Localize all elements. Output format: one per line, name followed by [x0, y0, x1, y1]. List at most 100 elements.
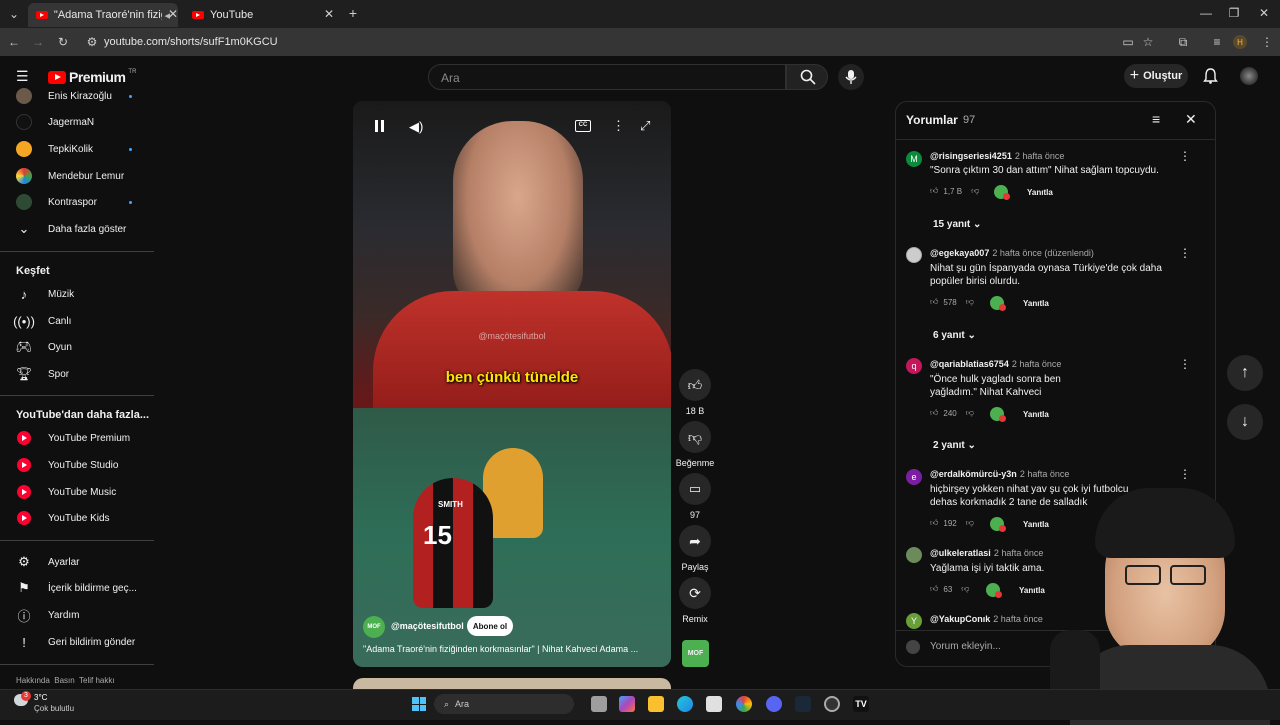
tab-search-icon[interactable]: ⌄	[6, 7, 22, 21]
sidebar-item-youtube-music[interactable]: YouTube Music	[0, 479, 150, 505]
comment-avatar[interactable]: e	[906, 469, 922, 485]
next-short-preview[interactable]	[353, 678, 671, 689]
chrome-icon[interactable]	[736, 696, 752, 712]
fullscreen-icon[interactable]: ⤢	[640, 118, 650, 134]
close-icon[interactable]: ✕	[1185, 111, 1197, 128]
sidebar-footer-links[interactable]: Hakkında Basın Telif hakkı	[16, 676, 115, 685]
sidebar-item-youtube-studio[interactable]: YouTube Studio	[0, 452, 150, 478]
sidebar-item-settings[interactable]: ⚙ Ayarlar	[0, 549, 150, 575]
back-icon[interactable]: ←	[6, 35, 22, 49]
user-avatar[interactable]	[1240, 67, 1258, 85]
sidebar-item-youtube-premium[interactable]: YouTube Premium	[0, 425, 150, 451]
remix-button[interactable]: ⟳	[679, 577, 711, 609]
like-button[interactable]: 👍︎	[679, 369, 711, 401]
new-tab-icon[interactable]: +	[345, 6, 361, 20]
comment-author[interactable]: @egekaya007 2 hafta önce (düzenlendi)	[930, 248, 1094, 258]
more-options-icon[interactable]: ⋮	[612, 118, 625, 134]
sort-icon[interactable]: ≡	[1152, 111, 1160, 127]
reply-button[interactable]: Yanıtla	[1023, 520, 1049, 529]
dislike-button[interactable]: 👎︎	[679, 421, 711, 453]
task-view-icon[interactable]	[591, 696, 607, 712]
weather-desc[interactable]: Çok bulutlu	[34, 704, 74, 713]
file-explorer-icon[interactable]	[648, 696, 664, 712]
reply-button[interactable]: Yanıtla	[1019, 586, 1045, 595]
thumbs-down-icon[interactable]: 👎︎	[961, 584, 969, 594]
replies-toggle[interactable]: 6 yanıt ⌄	[933, 330, 976, 341]
windows-start-icon[interactable]	[412, 697, 426, 711]
comment-author[interactable]: @YakupConık 2 hafta önce	[930, 614, 1043, 624]
search-button[interactable]	[786, 64, 828, 90]
thumbs-down-icon[interactable]: 👎︎	[971, 186, 979, 196]
sidebar-item-music[interactable]: ♪ Müzik	[0, 281, 150, 307]
edge-browser-icon[interactable]	[677, 696, 693, 712]
replies-toggle[interactable]: 2 yanıt ⌄	[933, 440, 976, 451]
notifications-bell-icon[interactable]	[1203, 68, 1218, 89]
sidebar-show-more[interactable]: ⌄ Daha fazla göster	[0, 216, 150, 242]
sidebar-item-jagerman[interactable]: JagermaN	[0, 109, 150, 135]
browser-tab-active[interactable]: "Adama Traoré'nin fiziğinde ◂	[28, 3, 178, 27]
sidebar-item-mendebur-lemur[interactable]: Mendebur Lemur	[0, 163, 150, 189]
thumbs-down-icon[interactable]: 👎︎	[966, 518, 974, 528]
browser-tab-youtube[interactable]: YouTube	[184, 3, 344, 27]
app-icon[interactable]	[824, 696, 840, 712]
thumbs-up-icon[interactable]: 👍︎	[930, 584, 938, 594]
forward-icon[interactable]: →	[30, 35, 46, 49]
comment-avatar[interactable]: M	[906, 151, 922, 167]
thumbs-down-icon[interactable]: 👎︎	[966, 297, 974, 307]
comment-author[interactable]: @risingseriesi4251 2 hafta önce	[930, 151, 1064, 161]
channel-avatar[interactable]: MOF	[363, 616, 385, 638]
sidebar-item-kontraspor[interactable]: Kontraspor	[0, 189, 150, 215]
sidebar-item-report-history[interactable]: ⚑ İçerik bildirme geç...	[0, 575, 150, 601]
close-tab-icon[interactable]: ✕	[165, 7, 181, 21]
voice-search-button[interactable]	[838, 64, 864, 90]
channel-name[interactable]: @maçötesifutbol	[391, 621, 464, 631]
close-tab-icon[interactable]: ✕	[321, 7, 337, 21]
extensions-icon[interactable]: ⧉	[1175, 35, 1191, 49]
sidebar-item-gaming[interactable]: 🎮︎ Oyun	[0, 334, 150, 360]
captions-icon[interactable]: CC	[575, 120, 591, 132]
profile-avatar[interactable]: H	[1233, 35, 1247, 49]
thumbs-up-icon[interactable]: 👍︎	[930, 186, 938, 196]
steam-icon[interactable]	[795, 696, 811, 712]
comment-avatar[interactable]	[906, 547, 922, 563]
comment-menu-icon[interactable]: ⋮	[1179, 467, 1191, 481]
video-title[interactable]: "Adama Traoré'nin fiziğinden korkmasınla…	[363, 644, 663, 654]
pause-icon[interactable]	[373, 119, 385, 133]
sidebar-item-enis-kirazoglu[interactable]: Enis Kirazoğlu	[0, 83, 150, 109]
search-input[interactable]: Ara	[428, 64, 786, 90]
subscribe-button[interactable]: Abone ol	[467, 616, 513, 636]
replies-toggle[interactable]: 15 yanıt ⌄	[933, 219, 981, 230]
comment-avatar[interactable]: q	[906, 358, 922, 374]
add-comment-input[interactable]: Yorum ekleyin...	[930, 641, 1001, 652]
comment-author[interactable]: @qariablatias6754 2 hafta önce	[930, 359, 1061, 369]
tradingview-icon[interactable]: TV	[853, 696, 869, 712]
reload-icon[interactable]: ↻	[55, 35, 71, 49]
share-button[interactable]: ➦	[679, 525, 711, 557]
thumbs-up-icon[interactable]: 👍︎	[930, 408, 938, 418]
browser-menu-icon[interactable]: ⋮	[1259, 35, 1275, 49]
maximize-icon[interactable]: ❐	[1226, 6, 1242, 20]
comments-button[interactable]: ▭	[679, 473, 711, 505]
cast-icon[interactable]: ▭	[1120, 35, 1136, 49]
close-window-icon[interactable]: ✕	[1256, 6, 1272, 20]
sidebar-item-live[interactable]: ((•)) Canlı	[0, 308, 150, 334]
discord-icon[interactable]	[766, 696, 782, 712]
thumbs-down-icon[interactable]: 👎︎	[966, 408, 974, 418]
comment-author[interactable]: @erdalkömürcü-y3n 2 hafta önce	[930, 469, 1069, 479]
copilot-icon[interactable]	[619, 696, 635, 712]
sidebar-item-tepkikolik[interactable]: TepkiKolik	[0, 136, 150, 162]
hamburger-menu-icon[interactable]: ☰	[16, 69, 30, 83]
sound-source-thumbnail[interactable]: MOF	[682, 640, 709, 667]
comment-menu-icon[interactable]: ⋮	[1179, 357, 1191, 371]
comment-menu-icon[interactable]: ⋮	[1179, 149, 1191, 163]
shorts-video-player[interactable]: @maçötesifutbol ben çünkü tünelde ◀) CC …	[353, 101, 671, 667]
reading-list-icon[interactable]: ≡	[1209, 35, 1225, 49]
weather-temp[interactable]: 3°C	[34, 693, 47, 702]
thumbs-up-icon[interactable]: 👍︎	[930, 518, 938, 528]
create-button[interactable]: + Oluştur	[1124, 64, 1188, 88]
thumbs-up-icon[interactable]: 👍︎	[930, 297, 938, 307]
comment-author[interactable]: @ulkeleratlasi 2 hafta önce	[930, 548, 1043, 558]
bookmark-star-icon[interactable]: ☆	[1140, 35, 1156, 49]
reply-button[interactable]: Yanıtla	[1023, 299, 1049, 308]
comment-avatar[interactable]	[906, 247, 922, 263]
